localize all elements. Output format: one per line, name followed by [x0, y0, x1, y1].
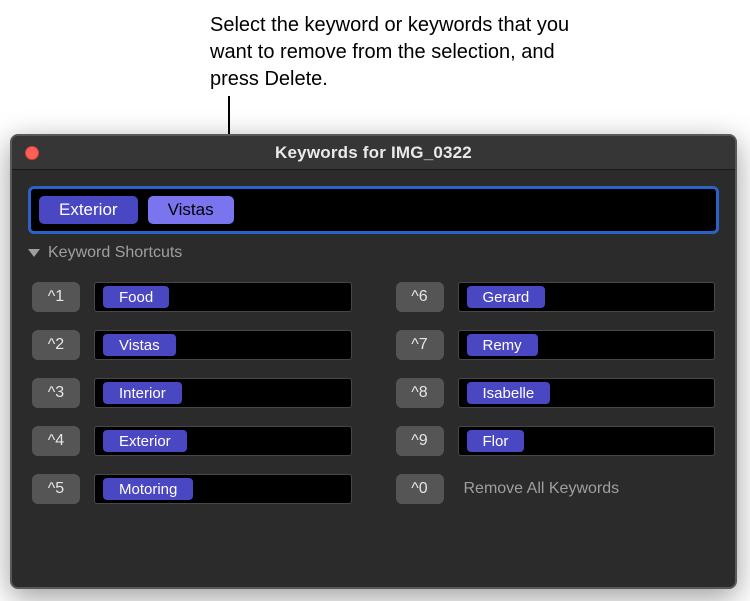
keyword-pill[interactable]: Food [103, 286, 169, 308]
disclosure-label: Keyword Shortcuts [48, 244, 182, 262]
keyword-pill[interactable]: Remy [467, 334, 538, 356]
shortcut-keyword-field[interactable]: Flor [458, 426, 716, 456]
keyword-token-selected[interactable]: Vistas [148, 196, 234, 224]
keyword-pill[interactable]: Gerard [467, 286, 546, 308]
keyword-pill[interactable]: Flor [467, 430, 525, 452]
shortcut-slot: ^5 Motoring [32, 474, 352, 504]
help-annotation: Select the keyword or keywords that you … [210, 12, 580, 93]
keyword-pill[interactable]: Interior [103, 382, 182, 404]
shortcut-keyword-field[interactable]: Gerard [458, 282, 716, 312]
shortcut-key[interactable]: ^4 [32, 426, 80, 456]
shortcut-keyword-field[interactable]: Isabelle [458, 378, 716, 408]
keyword-shortcuts-grid: ^1 Food ^6 Gerard ^2 Vistas ^7 Remy [12, 274, 735, 524]
remove-all-keywords-button[interactable]: Remove All Keywords [458, 480, 716, 498]
shortcut-keyword-field[interactable]: Motoring [94, 474, 352, 504]
shortcut-slot: ^6 Gerard [396, 282, 716, 312]
shortcut-key[interactable]: ^6 [396, 282, 444, 312]
shortcut-slot: ^4 Exterior [32, 426, 352, 456]
remove-all-slot: ^0 Remove All Keywords [396, 474, 716, 504]
close-window-button[interactable] [25, 146, 39, 160]
shortcut-slot: ^7 Remy [396, 330, 716, 360]
shortcut-slot: ^3 Interior [32, 378, 352, 408]
keyword-pill[interactable]: Motoring [103, 478, 193, 500]
shortcut-keyword-field[interactable]: Remy [458, 330, 716, 360]
assigned-keywords-field[interactable]: Exterior Vistas [28, 186, 719, 234]
shortcut-key[interactable]: ^7 [396, 330, 444, 360]
chevron-down-icon [28, 249, 40, 257]
shortcut-keyword-field[interactable]: Vistas [94, 330, 352, 360]
keyword-manager-window: Keywords for IMG_0322 Exterior Vistas Ke… [10, 134, 737, 589]
keyword-token[interactable]: Exterior [39, 196, 138, 224]
shortcut-key[interactable]: ^2 [32, 330, 80, 360]
shortcut-slot: ^1 Food [32, 282, 352, 312]
shortcut-keyword-field[interactable]: Interior [94, 378, 352, 408]
shortcut-keyword-field[interactable]: Exterior [94, 426, 352, 456]
keyword-pill[interactable]: Exterior [103, 430, 187, 452]
keyword-pill[interactable]: Vistas [103, 334, 176, 356]
shortcut-slot: ^9 Flor [396, 426, 716, 456]
shortcut-key[interactable]: ^1 [32, 282, 80, 312]
keyword-pill[interactable]: Isabelle [467, 382, 551, 404]
shortcut-key[interactable]: ^8 [396, 378, 444, 408]
shortcut-key[interactable]: ^5 [32, 474, 80, 504]
shortcut-slot: ^2 Vistas [32, 330, 352, 360]
shortcut-key[interactable]: ^3 [32, 378, 80, 408]
shortcut-keyword-field[interactable]: Food [94, 282, 352, 312]
titlebar: Keywords for IMG_0322 [12, 136, 735, 170]
keyword-shortcuts-disclosure[interactable]: Keyword Shortcuts [28, 244, 719, 262]
shortcut-slot: ^8 Isabelle [396, 378, 716, 408]
window-title: Keywords for IMG_0322 [12, 143, 735, 163]
shortcut-key[interactable]: ^0 [396, 474, 444, 504]
shortcut-key[interactable]: ^9 [396, 426, 444, 456]
